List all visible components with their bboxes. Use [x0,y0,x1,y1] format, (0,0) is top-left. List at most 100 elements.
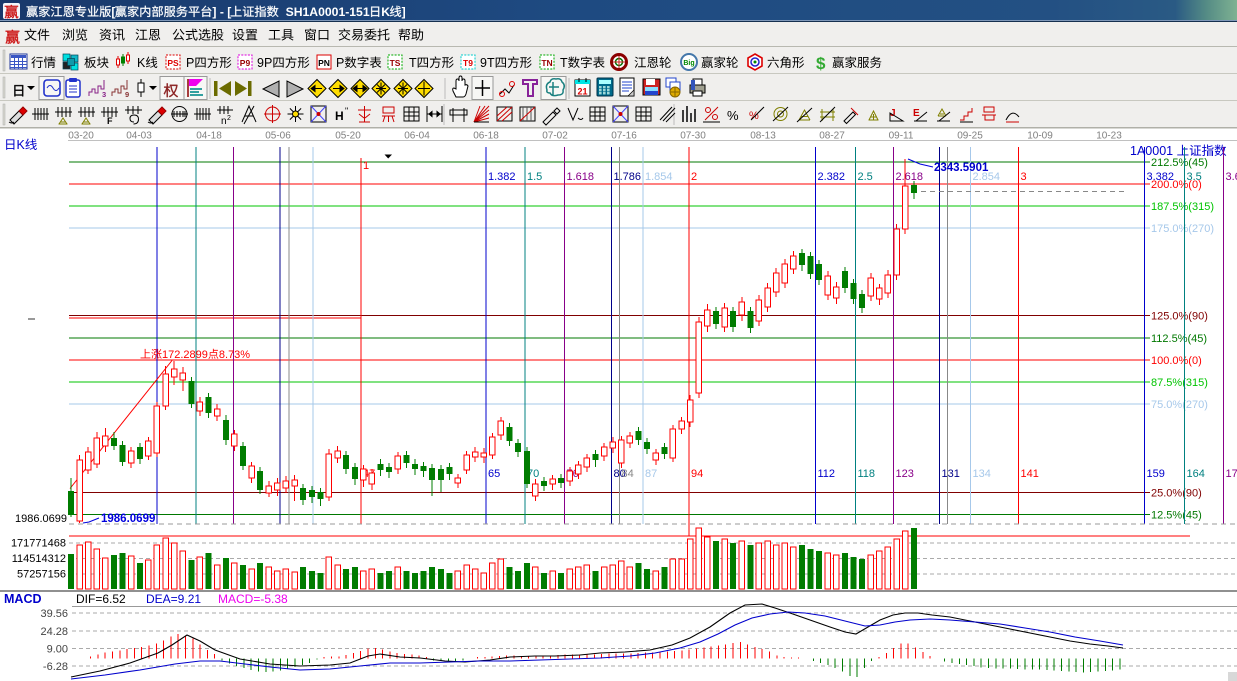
svg-text:MACD=-5.38: MACD=-5.38 [218,592,288,606]
svg-text:9: 9 [125,90,129,99]
svg-text:1.5: 1.5 [527,171,542,183]
svg-text:MACD: MACD [4,592,42,606]
svg-text:1.618: 1.618 [567,171,595,183]
svg-text:84: 84 [622,468,634,480]
svg-text:07-16: 07-16 [611,131,637,142]
svg-text:10-09: 10-09 [1027,131,1053,142]
svg-text:172.2899: 172.2899 [162,349,208,361]
svg-text:1.786: 1.786 [614,171,642,183]
svg-text:07-30: 07-30 [680,131,706,142]
svg-text:125.0%(90): 125.0%(90) [1151,311,1208,323]
svg-text:8.73%: 8.73% [219,349,250,361]
svg-text:94: 94 [691,468,703,480]
svg-text:65: 65 [488,468,500,480]
svg-text:Big: Big [683,60,694,67]
svg-text:57257156: 57257156 [17,569,66,581]
svg-text:09-25: 09-25 [957,131,983,142]
svg-text:06-18: 06-18 [473,131,499,142]
svg-text:": " [345,106,348,116]
svg-text:25.0%(90): 25.0%(90) [1151,488,1202,500]
svg-text:1.382: 1.382 [488,171,516,183]
svg-text:112.5%(45): 112.5%(45) [1151,333,1207,345]
svg-text:07-02: 07-02 [542,131,568,142]
svg-text:05-06: 05-06 [265,131,291,142]
svg-text:3: 3 [102,90,106,99]
svg-text:123: 123 [896,468,914,480]
svg-text:%: % [749,110,759,122]
svg-text:1: 1 [363,160,369,172]
svg-text:118: 118 [858,468,876,480]
svg-text:PN: PN [318,58,330,68]
svg-text:159: 159 [1147,468,1165,480]
svg-text:DIF=6.52: DIF=6.52 [76,592,126,606]
svg-text:187.5%(315): 187.5%(315) [1151,201,1214,213]
svg-text:3.382: 3.382 [1147,171,1175,183]
svg-text:n: n [221,116,227,127]
svg-text:24.28: 24.28 [40,626,68,638]
svg-text:04-03: 04-03 [126,131,152,142]
svg-text:-6.28: -6.28 [43,661,68,673]
svg-text:T: T [560,56,568,70]
svg-text:141: 141 [1021,468,1039,480]
svg-text:75.0%(270): 75.0%(270) [1151,399,1208,411]
svg-text:]: ] [402,5,406,19]
svg-text:39.56: 39.56 [40,608,68,620]
svg-text:2.618: 2.618 [896,171,924,183]
svg-text:[: [ [111,5,115,19]
svg-text:2: 2 [227,115,231,122]
svg-text:212.5%(45): 212.5%(45) [1151,157,1208,169]
svg-text:1.854: 1.854 [645,171,673,183]
svg-text:TN: TN [541,58,552,68]
svg-text:3: 3 [1021,171,1027,183]
svg-text:9T: 9T [480,56,495,70]
svg-text:03-20: 03-20 [68,131,94,142]
svg-text:SH1A0001-151: SH1A0001-151 [286,5,370,19]
svg-text:P9: P9 [240,58,251,68]
svg-text:T: T [409,56,417,70]
svg-text:T9: T9 [463,58,473,68]
svg-text:134: 134 [973,468,991,480]
svg-text:08-27: 08-27 [819,131,845,142]
svg-text:06-04: 06-04 [404,131,430,142]
svg-text:21: 21 [577,87,587,97]
svg-text:1986.0699: 1986.0699 [15,513,67,525]
svg-text:1A0001: 1A0001 [1130,144,1173,158]
svg-text:9P: 9P [257,56,272,70]
svg-text:P: P [336,56,344,70]
svg-text:131: 131 [942,468,960,480]
svg-text:08-13: 08-13 [750,131,776,142]
svg-text:170: 170 [1226,468,1237,480]
svg-text:09-11: 09-11 [889,131,914,142]
svg-text:87: 87 [645,468,657,480]
svg-text:K: K [381,5,390,19]
svg-text:114514312: 114514312 [12,553,66,565]
svg-text:3.618: 3.618 [1226,171,1237,183]
svg-text:04-18: 04-18 [196,131,222,142]
svg-text:PS: PS [167,58,179,68]
svg-text:1986.0699: 1986.0699 [101,513,155,525]
svg-text:K: K [137,56,146,70]
svg-text:K: K [17,138,26,152]
svg-text:2.382: 2.382 [818,171,846,183]
svg-text:$: $ [816,54,826,73]
svg-text:%: % [727,108,739,123]
svg-text:100.0%(0): 100.0%(0) [1151,355,1202,367]
svg-text:164: 164 [1187,468,1205,480]
svg-text:2343.5901: 2343.5901 [934,162,989,174]
svg-text:12.5%(45): 12.5%(45) [1151,510,1202,522]
svg-text:175.0%(270): 175.0%(270) [1151,223,1214,235]
svg-text:] - [: ] - [ [212,5,231,19]
svg-text:2.5: 2.5 [858,171,873,183]
svg-text:Н: Н [335,109,344,123]
svg-text:TS: TS [390,58,401,68]
svg-text:9.00: 9.00 [47,644,68,656]
svg-text:112: 112 [818,468,836,480]
svg-text:F: F [107,116,113,126]
svg-text:DEA=9.21: DEA=9.21 [146,592,201,606]
svg-text:05-20: 05-20 [335,131,361,142]
svg-text:2: 2 [691,171,697,183]
svg-text:P: P [186,56,194,70]
svg-text:171771468: 171771468 [11,538,66,550]
svg-text:3.5: 3.5 [1187,171,1202,183]
svg-text:87.5%(315): 87.5%(315) [1151,377,1208,389]
